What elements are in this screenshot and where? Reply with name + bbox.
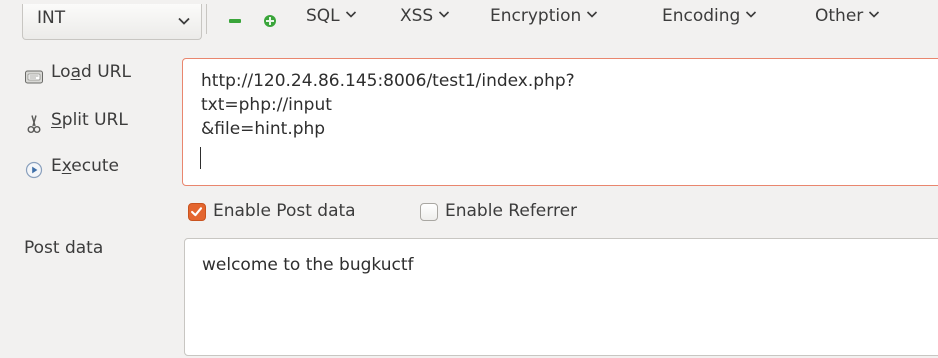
minus-icon[interactable] bbox=[228, 14, 242, 28]
chevron-down-icon bbox=[178, 17, 190, 25]
text-caret bbox=[200, 147, 201, 169]
menu-xss-label: XSS bbox=[400, 6, 434, 26]
split-url-label: Split URL bbox=[51, 110, 128, 130]
menu-other-label: Other bbox=[815, 6, 864, 26]
int-select[interactable]: INT bbox=[22, 4, 202, 40]
scissors-icon bbox=[27, 115, 41, 133]
menu-sql[interactable]: SQL bbox=[306, 6, 357, 26]
menu-encryption-label: Encryption bbox=[490, 6, 582, 26]
toolbar: INT SQL XSS Encryption Encoding Other bbox=[0, 0, 938, 46]
load-url-label: Load URL bbox=[51, 62, 131, 82]
url-textarea[interactable]: http://120.24.86.145:8006/test1/index.ph… bbox=[182, 58, 938, 186]
post-data-text: welcome to the bugkuctf bbox=[202, 255, 414, 275]
post-data-label: Post data bbox=[24, 238, 104, 258]
chevron-down-icon bbox=[869, 11, 880, 18]
menu-xss[interactable]: XSS bbox=[400, 6, 450, 26]
checkmark-icon bbox=[191, 207, 203, 217]
post-data-textarea[interactable]: welcome to the bugkuctf bbox=[184, 238, 938, 356]
chevron-down-icon bbox=[439, 11, 450, 18]
load-url-icon bbox=[25, 70, 43, 84]
play-icon bbox=[25, 161, 43, 179]
enable-post-data-label: Enable Post data bbox=[213, 201, 356, 221]
chevron-down-icon bbox=[746, 11, 757, 18]
enable-referrer-label: Enable Referrer bbox=[445, 201, 578, 221]
menu-other[interactable]: Other bbox=[815, 6, 880, 26]
checkbox-checked bbox=[188, 203, 206, 221]
execute-label: Execute bbox=[51, 156, 120, 176]
menu-encryption[interactable]: Encryption bbox=[490, 6, 598, 26]
url-text: http://120.24.86.145:8006/test1/index.ph… bbox=[201, 71, 575, 139]
toolbar-separator bbox=[206, 4, 207, 34]
int-select-value: INT bbox=[37, 8, 66, 28]
chevron-down-icon bbox=[587, 11, 598, 18]
checkbox-unchecked bbox=[420, 203, 438, 221]
menu-sql-label: SQL bbox=[306, 6, 340, 26]
chevron-down-icon bbox=[345, 11, 356, 18]
menu-encoding[interactable]: Encoding bbox=[662, 6, 757, 26]
plus-icon[interactable] bbox=[263, 14, 277, 28]
menu-encoding-label: Encoding bbox=[662, 6, 741, 26]
